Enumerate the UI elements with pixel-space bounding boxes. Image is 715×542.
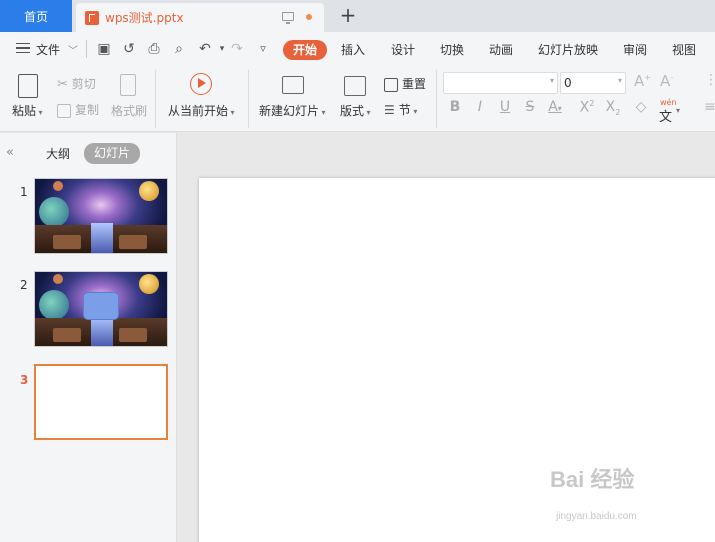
monitor-icon[interactable] xyxy=(282,12,294,24)
document-tab-label: wps测试.pptx xyxy=(105,11,184,25)
new-slide-icon[interactable] xyxy=(282,76,304,94)
watermark-url: jingyan.baidu.com xyxy=(556,511,637,522)
play-icon[interactable] xyxy=(190,73,212,95)
file-menu[interactable]: 文件 xyxy=(36,41,60,58)
slide-number: 1 xyxy=(20,185,28,199)
list-icon[interactable]: ⋮ xyxy=(704,72,715,88)
save-icon[interactable]: ▣ xyxy=(96,41,112,57)
paste-icon[interactable] xyxy=(18,74,38,98)
slide-thumbnail-3[interactable] xyxy=(34,364,168,440)
new-slide-button[interactable]: 新建幻灯片 ▾ xyxy=(259,102,326,119)
slide-thumbnail-2[interactable] xyxy=(34,271,168,347)
reset-label: 重置 xyxy=(402,77,427,91)
layout-button[interactable]: 版式 ▾ xyxy=(340,102,371,119)
home-tab[interactable]: 首页 xyxy=(0,0,72,32)
section-icon: ☰ xyxy=(384,103,395,117)
chevron-down-icon: ▾ xyxy=(676,106,681,115)
font-size-value: 0 xyxy=(564,76,572,90)
divider xyxy=(86,40,87,58)
tab-animation[interactable]: 动画 xyxy=(489,40,513,60)
cut-label: 剪切 xyxy=(71,77,96,91)
play-from-current-button[interactable]: 从当前开始 ▾ xyxy=(168,102,235,119)
tab-design[interactable]: 设计 xyxy=(391,40,415,60)
font-family-select[interactable]: ▾ xyxy=(443,72,558,94)
layout-label: 版式 xyxy=(340,104,365,118)
increase-font-icon[interactable]: A+ xyxy=(634,72,651,90)
divider xyxy=(248,70,249,128)
format-painter-button[interactable]: 格式刷 xyxy=(111,102,147,119)
section-label: 节 xyxy=(398,103,411,117)
copy-icon xyxy=(57,103,71,118)
ppt-file-icon xyxy=(85,10,99,25)
document-tab[interactable]: wps测试.pptx xyxy=(76,3,324,32)
new-slide-label: 新建幻灯片 xyxy=(259,104,320,118)
play-from-current-label: 从当前开始 xyxy=(168,104,229,118)
bold-icon[interactable]: B xyxy=(446,99,464,115)
slides-panel: « 大纲 幻灯片 1 2 3 xyxy=(0,133,177,542)
menu-bar: 文件 ﹀ ▣ ↺ ⎙ ⌕ ↶ ▾ ↷ ▿ 开始 插入 设计 切换 动画 幻灯片放… xyxy=(0,32,715,66)
reset-button[interactable]: 重置 xyxy=(384,75,426,92)
subscript-icon[interactable]: X2 xyxy=(604,99,622,117)
section-button[interactable]: ☰ 节 ▾ xyxy=(384,101,417,118)
tab-view[interactable]: 视图 xyxy=(672,40,696,60)
space-image xyxy=(35,272,167,346)
font-size-select[interactable]: 0 ▾ xyxy=(560,72,626,94)
copy-label: 复制 xyxy=(75,103,100,117)
undo-icon[interactable]: ↶ xyxy=(197,41,213,57)
divider xyxy=(436,70,437,128)
export-pdf-icon[interactable]: ↺ xyxy=(121,41,137,57)
decrease-font-icon[interactable]: A- xyxy=(660,72,673,90)
reset-icon xyxy=(384,77,398,92)
format-painter-icon[interactable] xyxy=(120,74,136,96)
print-icon[interactable]: ⎙ xyxy=(146,41,162,57)
ribbon-toolbar: 粘贴 ▾ ✂ 剪切 复制 格式刷 从当前开始 ▾ 新建幻灯片 ▾ 版式 ▾ 重置… xyxy=(0,66,715,132)
undo-dropdown-icon[interactable]: ▾ xyxy=(214,41,230,57)
cut-button[interactable]: ✂ 剪切 xyxy=(57,75,96,92)
tab-insert[interactable]: 插入 xyxy=(341,40,365,60)
slide-number: 2 xyxy=(20,278,28,292)
slide-thumbnail-1[interactable] xyxy=(34,178,168,254)
collapse-panel-icon[interactable]: « xyxy=(6,145,14,160)
clear-format-icon[interactable]: ◇ xyxy=(632,99,650,115)
rounded-rectangle-shape xyxy=(83,292,119,320)
superscript-icon[interactable]: X2 xyxy=(578,99,596,116)
paste-button[interactable]: 粘贴 ▾ xyxy=(12,102,43,119)
new-tab-button[interactable]: + xyxy=(338,4,358,26)
chevron-down-icon[interactable]: ﹀ xyxy=(68,42,78,57)
redo-icon[interactable]: ↷ xyxy=(229,41,245,57)
italic-icon[interactable]: I xyxy=(471,99,489,115)
tab-transition[interactable]: 切换 xyxy=(440,40,464,60)
phonetic-char: 文 xyxy=(659,110,673,125)
phonetic-guide-icon[interactable]: wén 文 ▾ xyxy=(656,98,682,125)
font-color-icon[interactable]: A▾ xyxy=(546,99,564,115)
hamburger-icon[interactable] xyxy=(16,43,30,53)
underline-icon[interactable]: U xyxy=(496,99,514,115)
slides-view-tab[interactable]: 幻灯片 xyxy=(84,143,140,164)
divider xyxy=(155,70,156,128)
align-icon[interactable]: ≡ xyxy=(704,99,715,115)
title-bar: 首页 wps测试.pptx + xyxy=(0,0,715,32)
tab-review[interactable]: 审阅 xyxy=(623,40,647,60)
layout-icon[interactable] xyxy=(344,76,366,96)
tab-start[interactable]: 开始 xyxy=(283,40,328,60)
unsaved-dot-icon xyxy=(306,14,312,20)
chevron-down-icon: ▾ xyxy=(617,76,622,85)
space-image xyxy=(35,179,167,253)
current-slide[interactable] xyxy=(199,178,715,542)
editing-canvas xyxy=(178,133,715,542)
paste-label: 粘贴 xyxy=(12,104,37,118)
slide-number: 3 xyxy=(20,373,29,387)
copy-button[interactable]: 复制 xyxy=(57,101,99,118)
strikethrough-icon[interactable]: S xyxy=(521,99,539,115)
tab-slideshow[interactable]: 幻灯片放映 xyxy=(538,40,598,60)
outline-view-tab[interactable]: 大纲 xyxy=(46,145,70,162)
watermark-logo: Bai 经验 xyxy=(550,467,635,492)
customize-toolbar-icon[interactable]: ▿ xyxy=(255,41,271,57)
chevron-down-icon: ▾ xyxy=(549,76,554,85)
print-preview-icon[interactable]: ⌕ xyxy=(171,41,187,57)
